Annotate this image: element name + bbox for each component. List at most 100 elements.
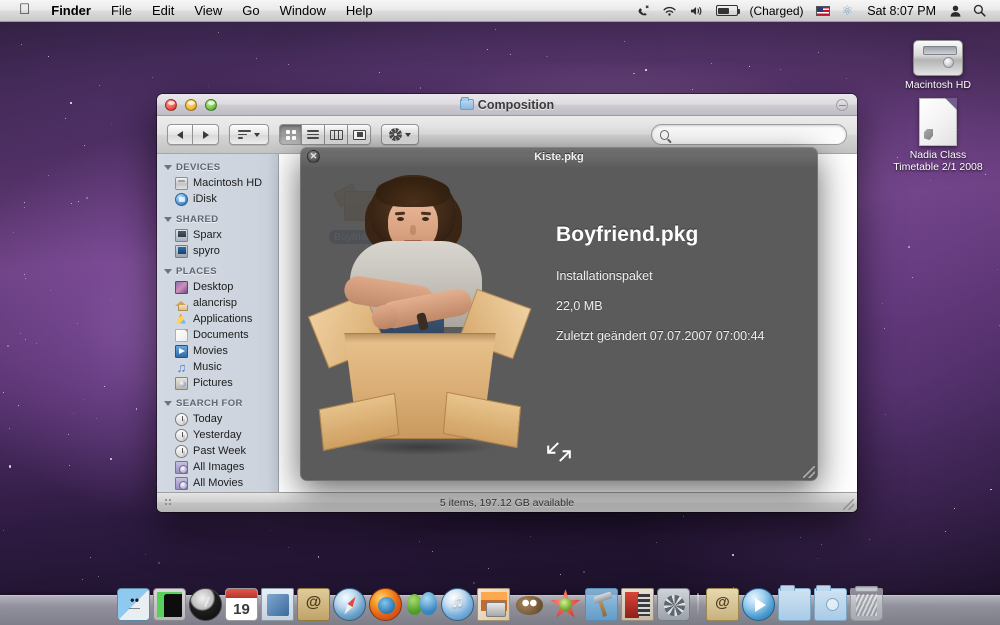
dock-item-system-preferences[interactable] (657, 588, 690, 621)
quicklook-fullscreen-button[interactable] (300, 439, 818, 465)
disclosure-triangle-icon[interactable] (164, 165, 172, 170)
sidebar-header-shared[interactable]: SHARED (157, 212, 278, 227)
dock-item-xcode[interactable] (585, 588, 618, 621)
spotlight-search-icon[interactable] (967, 2, 992, 20)
sidebar-header-places[interactable]: PLACES (157, 264, 278, 279)
sidebar-item-all-images[interactable]: All Images (157, 459, 278, 475)
quicklook-body: Boyfriend.pkg Installationspaket 22,0 MB… (300, 167, 818, 481)
view-icon-button[interactable] (279, 124, 302, 145)
dock-item-documents-folder[interactable] (778, 585, 811, 621)
pictures-icon (175, 376, 188, 390)
menu-item-window[interactable]: Window (270, 2, 336, 20)
close-icon[interactable]: ✕ (307, 150, 320, 163)
sidebar-item-pictures[interactable]: Pictures (157, 375, 278, 391)
dock-item-ical[interactable]: 19 (225, 588, 258, 621)
dock-item-mail[interactable] (261, 588, 294, 621)
toolbar-toggle-button[interactable] (836, 98, 848, 111)
menu-bar-extras: (Charged) ⚛ Sat 8:07 PM (631, 2, 1000, 20)
dock-item-finder[interactable] (117, 588, 150, 621)
dock-item-dashboard[interactable] (189, 588, 222, 621)
quicklook-titlebar[interactable]: ✕ Kiste.pkg (300, 147, 818, 167)
dock-item-gimp[interactable] (513, 588, 546, 621)
dock-item-address-book[interactable] (297, 588, 330, 621)
arrange-button[interactable] (229, 124, 269, 145)
sidebar-header-devices[interactable]: DEVICES (157, 160, 278, 175)
sidebar-item-all-movies[interactable]: All Movies (157, 475, 278, 491)
menu-item-finder[interactable]: Finder (41, 2, 101, 20)
back-button[interactable] (167, 124, 193, 145)
quicklook-preview-image (300, 171, 538, 481)
dock-item-itunes[interactable] (441, 588, 474, 621)
sidebar-item-past-week[interactable]: Past Week (157, 443, 278, 459)
dock-item-firefox[interactable] (369, 588, 402, 621)
sidebar-item-idisk[interactable]: iDisk (157, 191, 278, 207)
dock-item-iphoto[interactable] (477, 588, 510, 621)
dock-item-address-book-2[interactable] (706, 588, 739, 621)
zoom-button[interactable] (205, 98, 217, 111)
view-mode-segment (279, 124, 371, 145)
quicklook-modified: Zuletzt geändert 07.07.2007 07:00:44 (556, 329, 765, 343)
dock-item-imovie[interactable] (621, 588, 654, 621)
sidebar-item-desktop[interactable]: Desktop (157, 279, 278, 295)
bluetooth-icon[interactable]: ⚛ (836, 2, 860, 20)
menu-bar:  Finder File Edit View Go Window Help (… (0, 0, 1000, 22)
sidebar-header-label: SEARCH FOR (176, 398, 243, 409)
menu-item-help[interactable]: Help (336, 2, 383, 20)
sidebar-item-music[interactable]: ♫ Music (157, 359, 278, 375)
volume-icon[interactable] (683, 2, 710, 20)
apple-logo-icon[interactable]:  (8, 2, 41, 17)
sidebar-item-documents[interactable]: Documents (157, 327, 278, 343)
user-account-icon[interactable] (944, 2, 967, 20)
minimize-button[interactable] (185, 98, 197, 111)
movies-icon (175, 344, 188, 358)
forward-button[interactable] (193, 124, 219, 145)
sidebar-item-label: Macintosh HD (193, 177, 263, 189)
sidebar-item-spyro[interactable]: spyro (157, 243, 278, 259)
dock-item-trash[interactable] (850, 586, 883, 621)
search-input[interactable] (674, 128, 838, 141)
window-titlebar[interactable]: Composition (157, 94, 857, 116)
desktop-icon-nadia-class-timetable[interactable]: Nadia Class Timetable 2/1 2008 (886, 92, 990, 173)
wifi-icon[interactable] (656, 2, 683, 20)
sidebar-header-search-for[interactable]: SEARCH FOR (157, 396, 278, 411)
view-coverflow-button[interactable] (348, 124, 371, 145)
view-list-button[interactable] (302, 124, 325, 145)
menu-bar-clock[interactable]: Sat 8:07 PM (859, 4, 944, 18)
dock-item-terminal[interactable] (153, 588, 186, 621)
dock-item-photoshop[interactable] (549, 588, 582, 621)
menu-item-file[interactable]: File (101, 2, 142, 20)
dock-item-quicktime[interactable] (742, 588, 775, 621)
phone-icon[interactable] (631, 2, 656, 20)
menu-item-edit[interactable]: Edit (142, 2, 184, 20)
sidebar-item-movies[interactable]: Movies (157, 343, 278, 359)
us-flag-input-icon[interactable] (810, 2, 836, 20)
desktop-icon-macintosh-hd[interactable]: Macintosh HD (886, 22, 990, 91)
search-icon (660, 129, 670, 140)
sidebar-item-applications[interactable]: Applications (157, 311, 278, 327)
close-button[interactable] (165, 98, 177, 111)
menu-item-view[interactable]: View (184, 2, 232, 20)
ical-date-badge: 19 (233, 600, 250, 618)
view-column-button[interactable] (325, 124, 348, 145)
disclosure-triangle-icon[interactable] (164, 401, 172, 406)
battery-icon[interactable] (710, 2, 744, 20)
window-resize-handle[interactable] (843, 499, 854, 510)
quicklook-resize-handle[interactable] (803, 466, 815, 478)
disclosure-triangle-icon[interactable] (164, 269, 172, 274)
sidebar-item-alancrisp[interactable]: alancrisp (157, 295, 278, 311)
dock-item-safari[interactable] (333, 588, 366, 621)
search-field[interactable] (651, 124, 847, 145)
sidebar-item-today[interactable]: Today (157, 411, 278, 427)
sidebar-resize-grip[interactable] (164, 498, 173, 507)
sidebar-item-macintosh-hd[interactable]: Macintosh HD (157, 175, 278, 191)
sidebar-item-yesterday[interactable]: Yesterday (157, 427, 278, 443)
dock-item-messenger[interactable] (405, 588, 438, 621)
menu-item-go[interactable]: Go (232, 2, 269, 20)
disclosure-triangle-icon[interactable] (164, 217, 172, 222)
sidebar-item-sparx[interactable]: Sparx (157, 227, 278, 243)
quicklook-panel[interactable]: ✕ Kiste.pkg Boyfriend.pkg Installationsp… (300, 147, 818, 481)
dock-item-downloads-folder[interactable] (814, 585, 847, 621)
sidebar-item-label: Pictures (193, 377, 233, 389)
action-button[interactable] (381, 124, 419, 145)
sidebar-item-label: All Movies (193, 477, 244, 489)
